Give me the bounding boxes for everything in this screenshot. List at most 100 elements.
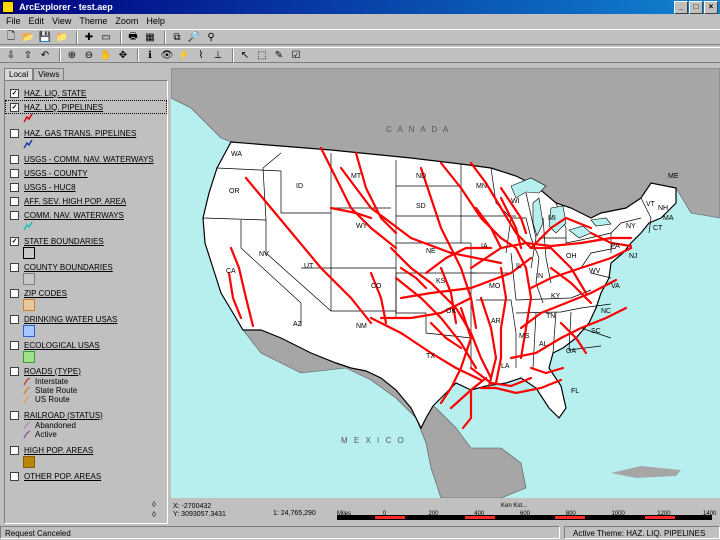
zoom-in-icon: ⊕ — [67, 49, 77, 61]
menu-help[interactable]: Help — [146, 14, 165, 28]
layer-name: RAILROAD (STATUS) — [24, 410, 103, 420]
minimize-button[interactable]: _ — [674, 1, 688, 14]
legend-layer[interactable]: AFF. SEV. HIGH POP. AREA — [10, 195, 126, 207]
map-view[interactable]: C A N A D A M E X I C O WA OR CA NV ID MT WY UT… — [171, 68, 720, 498]
move-button[interactable]: ✥ — [116, 48, 130, 62]
scale-tick-label: 600 — [520, 511, 531, 517]
add-theme-button[interactable]: ✚ — [82, 30, 96, 44]
menu-theme[interactable]: Theme — [79, 14, 107, 28]
map-canvas[interactable]: C A N A D A M E X I C O WA OR CA NV ID MT WY UT… — [171, 68, 720, 498]
menu-edit[interactable]: Edit — [29, 14, 45, 28]
select-button[interactable]: ↖ — [238, 48, 252, 62]
open-folder-icon: 📁 — [55, 31, 69, 43]
layer-checkbox[interactable] — [10, 182, 19, 192]
copy-map-icon: ⧉ — [173, 31, 181, 43]
layer-checkbox[interactable] — [10, 128, 19, 138]
legend-layer[interactable]: OTHER POP. AREAS — [10, 470, 101, 482]
menu-file[interactable]: File — [6, 14, 21, 28]
legend-layer[interactable]: ECOLOGICAL USAS — [10, 339, 100, 351]
state-label: NC — [601, 308, 611, 315]
find-button[interactable]: 👁 — [160, 48, 174, 62]
open-button[interactable]: 📂 — [21, 30, 35, 44]
zoom-out-button[interactable]: ⊖ — [82, 48, 96, 62]
layer-checkbox[interactable] — [10, 340, 19, 350]
layer-checkbox[interactable]: ✓ — [10, 88, 19, 98]
remove-theme-button[interactable]: ▭ — [99, 30, 113, 44]
scale-tick-label: 1400 — [703, 511, 717, 517]
map-label-canada: C A N A D A — [386, 125, 450, 134]
scale-tick-label: 400 — [474, 511, 485, 517]
export-button[interactable]: ⇩ — [4, 48, 18, 62]
legend-layer[interactable]: USGS - COMM. NAV. WATERWAYS — [10, 153, 154, 165]
menu-zoom[interactable]: Zoom — [115, 14, 138, 28]
open-icon: 📂 — [21, 31, 35, 43]
fill-symbol-icon — [23, 351, 35, 363]
identify-button[interactable]: ℹ — [143, 48, 157, 62]
locate-button[interactable]: ⚲ — [204, 30, 218, 44]
query-button[interactable]: 🔎 — [187, 30, 201, 44]
open-folder-button[interactable]: 📁 — [55, 30, 69, 44]
legend-layer[interactable]: ROADS (TYPE) — [10, 365, 81, 377]
legend-layer[interactable]: ✓ HAZ. LIQ. PIPELINES — [10, 101, 103, 113]
layer-checkbox[interactable] — [10, 410, 19, 420]
layer-name: OTHER POP. AREAS — [24, 471, 102, 481]
layer-checkbox[interactable] — [10, 366, 19, 376]
state-label: CA — [226, 268, 236, 275]
state-label: ID — [296, 183, 303, 190]
toolbar-separator — [59, 48, 61, 62]
legend-layer[interactable]: COMM. NAV. WATERWAYS — [10, 209, 124, 221]
maximize-button[interactable]: □ — [689, 1, 703, 14]
layer-checkbox[interactable] — [10, 445, 19, 455]
layer-checkbox[interactable] — [10, 168, 19, 178]
copy-map-button[interactable]: ⧉ — [170, 30, 184, 44]
legend-layer[interactable]: ✓ STATE BOUNDARIES — [10, 235, 104, 247]
layer-checkbox[interactable] — [10, 196, 19, 206]
layer-checkbox[interactable] — [10, 262, 19, 272]
legend-layer[interactable]: HAZ. GAS TRANS. PIPELINES — [10, 127, 136, 139]
legend-layer[interactable]: HIGH POP. AREAS — [10, 444, 93, 456]
layer-checkbox[interactable] — [10, 210, 19, 220]
export-icon: ⇩ — [6, 49, 16, 61]
legend-scroll[interactable]: ◊ ◊ — [152, 500, 156, 520]
pan-button[interactable]: ✋ — [99, 48, 113, 62]
properties-button[interactable]: ☑ — [289, 48, 303, 62]
hyperlink-button[interactable]: ⚡ — [177, 48, 191, 62]
status-bar: Request Canceled Active Theme: HAZ. LIQ.… — [0, 526, 720, 540]
buffer-button[interactable]: ⊥ — [211, 48, 225, 62]
layer-checkbox[interactable] — [10, 471, 19, 481]
close-button[interactable]: × — [704, 1, 718, 14]
toolbar-separator — [76, 30, 78, 44]
state-label: KY — [551, 293, 561, 300]
menu-view[interactable]: View — [52, 14, 71, 28]
table-button[interactable]: ▦ — [143, 30, 157, 44]
new-button[interactable]: 🗋 — [4, 30, 18, 44]
clear-selection-button[interactable]: ✎ — [272, 48, 286, 62]
legend-class-label: US Route — [35, 395, 70, 404]
layer-checkbox[interactable]: ✓ — [10, 236, 19, 246]
state-label: IN — [536, 273, 543, 280]
state-label: VT — [646, 201, 656, 208]
legend-layer[interactable]: RAILROAD (STATUS) — [10, 409, 103, 421]
layer-checkbox[interactable] — [10, 314, 19, 324]
state-label: PA — [611, 243, 620, 250]
layer-name: AFF. SEV. HIGH POP. AREA — [24, 196, 127, 206]
layer-checkbox[interactable] — [10, 288, 19, 298]
legend-layer[interactable]: COUNTY BOUNDARIES — [10, 261, 113, 273]
legend-layer[interactable]: DRINKING WATER USAS — [10, 313, 117, 325]
import-button[interactable]: ⇧ — [21, 48, 35, 62]
legend-layer[interactable]: ZIP CODES — [10, 287, 67, 299]
undo-button[interactable]: ↶ — [38, 48, 52, 62]
print-button[interactable]: 🖶 — [126, 30, 140, 44]
layer-name: DRINKING WATER USAS — [24, 314, 118, 324]
legend-layer[interactable]: USGS - HUC8 — [10, 181, 76, 193]
print-icon: 🖶 — [128, 30, 138, 42]
legend-layer[interactable]: USGS - COUNTY — [10, 167, 88, 179]
identify-icon: ℹ — [148, 49, 152, 61]
legend-layer[interactable]: ✓ HAZ. LIQ. STATE — [10, 87, 86, 99]
zoom-in-button[interactable]: ⊕ — [65, 48, 79, 62]
layer-checkbox[interactable] — [10, 154, 19, 164]
layer-checkbox[interactable]: ✓ — [10, 102, 19, 112]
save-button[interactable]: 💾 — [38, 30, 52, 44]
measure-button[interactable]: ⌇ — [194, 48, 208, 62]
select-box-button[interactable]: ⬚ — [255, 48, 269, 62]
